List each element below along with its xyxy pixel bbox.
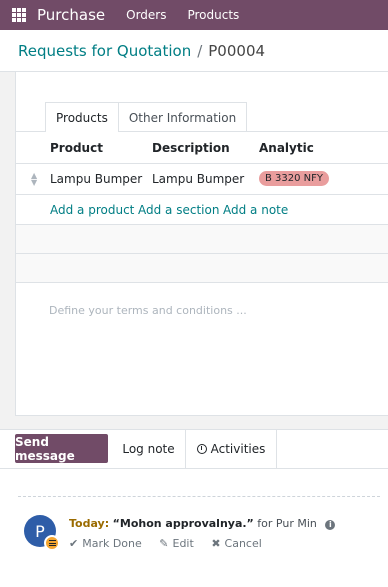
info-icon[interactable]: i [325,520,336,530]
pencil-icon: ✎ [159,537,169,550]
app-name[interactable]: Purchase [37,6,105,24]
empty-row [16,254,388,283]
table-row[interactable]: ▲ ▼ Lampu Bumper Lampu Bumper B 3320 NFY [16,164,388,195]
activities-button[interactable]: Activities [186,429,277,469]
drag-handle-icon[interactable]: ▲ ▼ [31,172,39,187]
send-message-button[interactable]: Send message [15,434,108,463]
chatter-divider [18,496,380,497]
activity-line: Today: “Mohon approvalnya.” for Pur Min … [69,517,336,530]
activity-assignee: for Pur Min [257,517,317,530]
clock-icon [196,444,207,454]
breadcrumb-parent-link[interactable]: Requests for Quotation [18,42,191,60]
activity-actions: ✔ Mark Done ✎ Edit ✖ Cancel [69,537,276,550]
column-header-analytic[interactable]: Analytic [259,141,314,155]
terms-field[interactable]: Define your terms and conditions ... [49,304,247,317]
activities-label: Activities [210,442,266,456]
add-line-row: Add a product Add a section Add a note [16,195,388,225]
tab-other-information[interactable]: Other Information [117,102,248,132]
add-section-link[interactable]: Add a section [138,203,219,217]
cancel-button[interactable]: ✖ Cancel [211,537,261,550]
add-product-link[interactable]: Add a product [50,203,134,217]
cell-description[interactable]: Lampu Bumper [152,172,244,186]
activity-type-icon [44,535,60,551]
log-note-button[interactable]: Log note [112,429,186,469]
activity-date: Today: [69,517,110,530]
breadcrumb-separator: / [197,41,203,60]
cancel-label: Cancel [224,537,262,550]
edit-label: Edit [172,537,194,550]
analytic-badge[interactable]: B 3320 NFY [259,171,330,186]
add-note-link[interactable]: Add a note [223,203,288,217]
apps-grid-icon[interactable] [12,8,26,22]
mark-done-button[interactable]: ✔ Mark Done [69,537,142,550]
notebook-tabs: Products Other Information [45,102,248,132]
edit-button[interactable]: ✎ Edit [159,537,194,550]
check-icon: ✔ [69,537,79,550]
activity-summary: “Mohon approvalnya.” [112,517,254,530]
close-icon: ✖ [211,537,221,550]
empty-row [16,225,388,254]
breadcrumb-current: P00004 [208,41,266,60]
menu-orders[interactable]: Orders [126,8,166,22]
order-lines-header: Product Description Analytic [16,132,388,164]
cell-product[interactable]: Lampu Bumper [50,172,142,186]
top-navbar: Purchase Orders Products [0,0,388,30]
mark-done-label: Mark Done [82,537,142,550]
menu-products[interactable]: Products [187,8,239,22]
tab-products[interactable]: Products [45,102,119,132]
column-header-description[interactable]: Description [152,141,230,155]
breadcrumb: Requests for Quotation / P00004 [0,30,388,72]
column-header-product[interactable]: Product [50,141,103,155]
